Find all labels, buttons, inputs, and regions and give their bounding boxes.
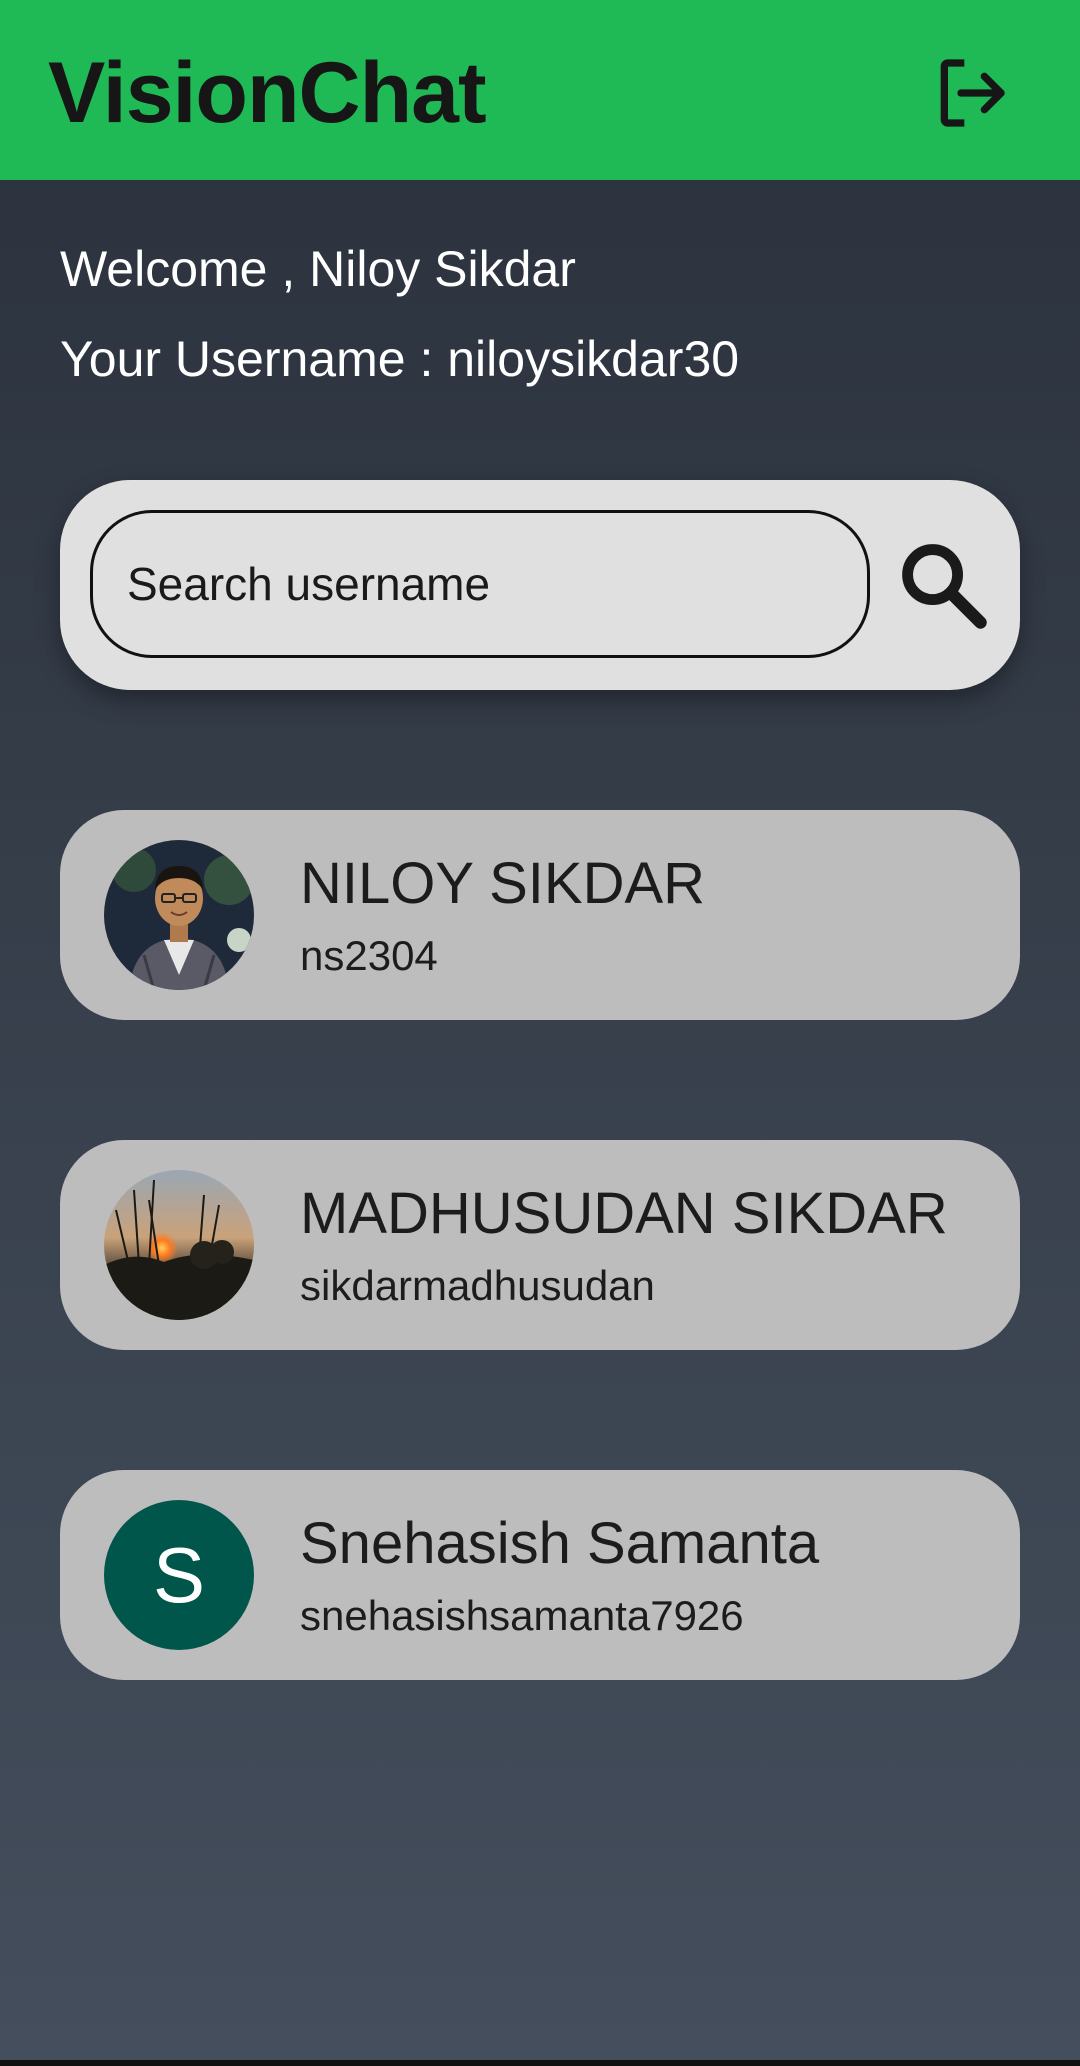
avatar: S [104, 1500, 254, 1650]
user-name: NILOY SIKDAR [300, 851, 706, 916]
avatar [104, 840, 254, 990]
app-bar: VisionChat [0, 0, 1080, 180]
user-card[interactable]: NILOY SIKDAR ns2304 [60, 810, 1020, 1020]
app-title: VisionChat [48, 45, 487, 141]
avatar [104, 1170, 254, 1320]
logout-button[interactable] [928, 50, 1014, 136]
search-icon [902, 544, 987, 629]
user-card[interactable]: S Snehasish Samanta snehasishsamanta7926 [60, 1470, 1020, 1680]
bottom-edge [0, 2060, 1080, 2066]
user-username: sikdarmadhusudan [300, 1262, 655, 1309]
search-input[interactable] [90, 510, 870, 658]
user-card[interactable]: MADHUSUDAN SIKDAR sikdarmadhusudan [60, 1140, 1020, 1350]
user-name: Snehasish Samanta [300, 1511, 820, 1576]
user-username: snehasishsamanta7926 [300, 1592, 744, 1639]
user-name: MADHUSUDAN SIKDAR [300, 1181, 948, 1246]
search-card [60, 480, 1020, 690]
search-button[interactable] [878, 520, 1008, 650]
user-username: ns2304 [300, 932, 438, 979]
welcome-text: Welcome , Niloy Sikdar [60, 241, 576, 297]
logout-icon [940, 59, 1005, 127]
current-username: Your Username : niloysikdar30 [60, 331, 740, 387]
